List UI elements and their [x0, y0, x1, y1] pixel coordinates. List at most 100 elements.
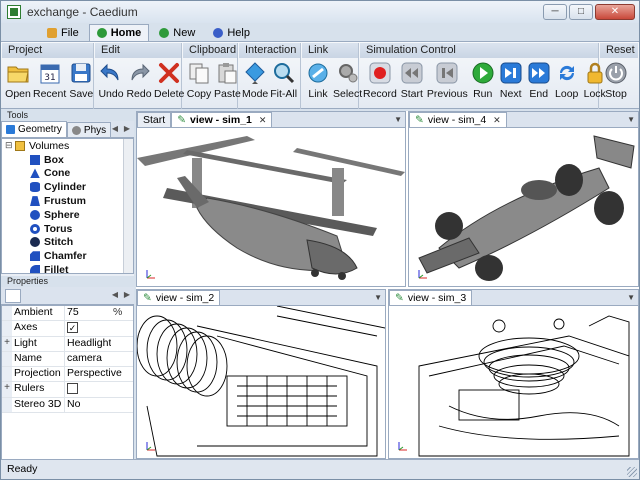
tree-item-fillet[interactable]: Fillet: [2, 263, 133, 274]
copy-label: Copy: [186, 88, 212, 100]
tree-root-volumes[interactable]: ⊟ Volumes: [2, 139, 133, 153]
floppy-disk-icon: [68, 60, 94, 86]
property-row-stereo: Stereo 3D No: [2, 397, 133, 414]
fit-all-label: Fit-All: [270, 88, 298, 100]
select-button[interactable]: Select: [332, 60, 363, 100]
viewport-sim-2[interactable]: [137, 305, 385, 458]
tree-root-label: Volumes: [29, 139, 70, 152]
group-title-link: Link: [302, 43, 358, 58]
ribbon: Project Open 31 Recent Save Edit Undo Re…: [1, 41, 639, 109]
tab-file[interactable]: File: [39, 24, 87, 41]
close-tab-icon[interactable]: ✕: [493, 115, 501, 126]
tree-item-chamfer[interactable]: Chamfer: [2, 249, 133, 263]
end-button[interactable]: End: [525, 60, 553, 100]
resize-grip-icon[interactable]: [627, 467, 637, 477]
maximize-button[interactable]: □: [569, 4, 593, 20]
next-button[interactable]: Next: [497, 60, 525, 100]
fit-all-button[interactable]: Fit-All: [269, 60, 298, 100]
tree-item-sphere[interactable]: Sphere: [2, 208, 133, 222]
tree-item-stitch[interactable]: Stitch: [2, 236, 133, 250]
close-tab-icon[interactable]: ✕: [259, 115, 267, 126]
tree-item-cone[interactable]: Cone: [2, 167, 133, 181]
recent-button[interactable]: 31 Recent: [32, 60, 67, 100]
tab-start[interactable]: Start: [137, 112, 172, 127]
group-title-clipboard: Clipboard: [183, 43, 237, 58]
start-button[interactable]: Start: [398, 60, 426, 100]
run-button[interactable]: Run: [469, 60, 497, 100]
expand-toggle[interactable]: +: [2, 382, 12, 397]
property-value[interactable]: Headlight: [65, 337, 111, 351]
view-leaf-icon: ✎: [415, 114, 424, 126]
mode-button[interactable]: Mode: [241, 60, 269, 100]
tree-item-cylinder[interactable]: Cylinder: [2, 180, 133, 194]
chamfer-shape-icon: [30, 251, 40, 262]
tabs-scroll-left-icon[interactable]: ◀: [109, 123, 121, 135]
axes-checkbox[interactable]: ✓: [67, 322, 78, 334]
property-value[interactable]: 75: [65, 306, 111, 320]
expand-toggle[interactable]: +: [2, 336, 12, 351]
props-scroll-left-icon[interactable]: ◀: [109, 289, 121, 301]
link-button[interactable]: Link: [304, 60, 332, 100]
select-gear-icon: [335, 60, 361, 86]
group-title-project: Project: [2, 43, 93, 58]
tab-new[interactable]: New: [151, 24, 203, 41]
tree-item-label: Cylinder: [44, 181, 87, 194]
tree-item-label: Fillet: [44, 264, 69, 274]
tab-help[interactable]: Help: [205, 24, 258, 41]
paste-button[interactable]: Paste: [213, 60, 242, 100]
redo-button[interactable]: Redo: [125, 60, 153, 100]
view-menu-chevron-icon[interactable]: ▼: [627, 293, 635, 302]
properties-tab-icon[interactable]: [5, 289, 21, 303]
viewport-sim-4[interactable]: [409, 128, 638, 286]
open-button[interactable]: Open: [4, 60, 32, 100]
view-pane-sim-4: ✎ view - sim_4 ✕ ▼: [408, 111, 639, 287]
sphere-shape-icon: [30, 209, 40, 220]
property-value[interactable]: No: [65, 398, 111, 412]
file-folder-icon: [47, 28, 57, 38]
tree-item-frustum[interactable]: Frustum: [2, 194, 133, 208]
tab-home[interactable]: Home: [88, 24, 150, 41]
property-value[interactable]: camera: [65, 352, 111, 366]
tab-view-sim-4-label: view - sim_4: [427, 114, 487, 126]
tree-item-torus[interactable]: Torus: [2, 222, 133, 236]
tab-view-sim-4[interactable]: ✎ view - sim_4 ✕: [409, 112, 507, 127]
props-scroll-right-icon[interactable]: ▶: [121, 289, 133, 301]
view-menu-chevron-icon[interactable]: ▼: [394, 115, 402, 124]
view-menu-chevron-icon[interactable]: ▼: [374, 293, 382, 302]
collapse-icon[interactable]: ⊟: [5, 140, 15, 151]
delete-button[interactable]: Delete: [153, 60, 185, 100]
previous-button[interactable]: Previous: [426, 60, 469, 100]
view-menu-chevron-icon[interactable]: ▼: [627, 115, 635, 124]
step-forward-icon: [498, 60, 524, 86]
tab-view-sim-2[interactable]: ✎ view - sim_2: [137, 290, 221, 305]
property-unit: %: [113, 306, 123, 318]
undo-button[interactable]: Undo: [97, 60, 125, 100]
close-button[interactable]: ✕: [595, 4, 635, 20]
loop-button[interactable]: Loop: [553, 60, 581, 100]
copy-button[interactable]: Copy: [185, 60, 213, 100]
link-globe-icon: [305, 60, 331, 86]
record-button[interactable]: Record: [362, 60, 398, 100]
new-circle-icon: [159, 28, 170, 38]
tools-scrollbar[interactable]: [123, 139, 133, 273]
select-label: Select: [333, 88, 363, 100]
stop-button[interactable]: Stop: [602, 60, 630, 100]
minimize-button[interactable]: ─: [543, 4, 567, 20]
left-panel: Tools Geometry Phys ◀ ▶ ⊟ Volumes Box Co…: [1, 110, 134, 476]
tree-item-box[interactable]: Box: [2, 153, 133, 167]
property-name: Light: [12, 336, 65, 351]
properties-table: Ambient 75 % Axes ✓ + Light Headlight Na…: [1, 305, 134, 476]
viewport-sim-1[interactable]: [137, 128, 405, 286]
tab-view-sim-3[interactable]: ✎ view - sim_3: [389, 290, 473, 305]
tab-physics[interactable]: Phys: [66, 122, 112, 137]
tabs-scroll-right-icon[interactable]: ▶: [121, 123, 133, 135]
tab-view-sim-1[interactable]: ✎ view - sim_1 ✕: [171, 112, 273, 127]
tab-geometry[interactable]: Geometry: [1, 121, 67, 137]
expand-toggle: [2, 321, 12, 336]
property-row-ambient: Ambient 75 %: [2, 306, 133, 322]
save-button[interactable]: Save: [67, 60, 95, 100]
rulers-checkbox[interactable]: [67, 383, 78, 395]
property-value[interactable]: Perspective: [65, 367, 125, 381]
viewport-sim-3[interactable]: [389, 306, 638, 458]
frustum-shape-icon: [30, 196, 40, 207]
